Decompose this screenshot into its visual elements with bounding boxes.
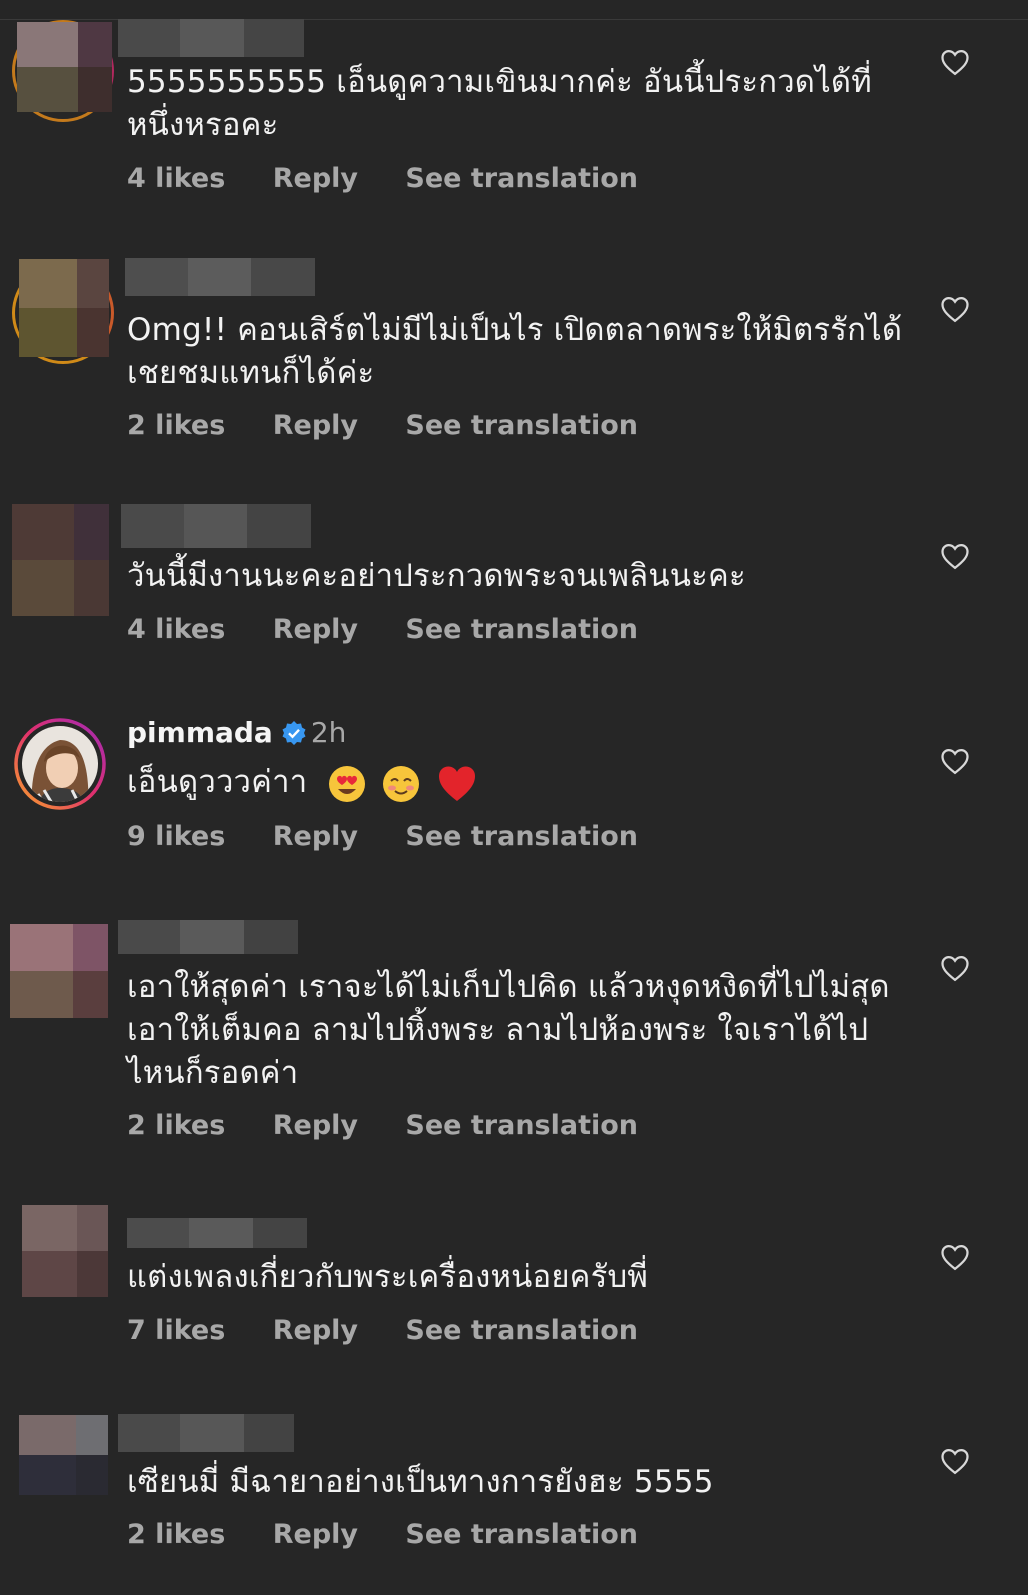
- see-translation-button[interactable]: See translation: [405, 1315, 638, 1346]
- avatar[interactable]: [10, 924, 108, 1018]
- reply-button[interactable]: Reply: [273, 1519, 358, 1550]
- like-heart-icon[interactable]: [940, 295, 970, 323]
- comment-actions: 2 likes Reply See translation: [127, 410, 676, 441]
- smiling-blush-emoji-icon: [383, 765, 420, 802]
- comment-header: pimmada 2h: [127, 716, 346, 749]
- username-blurred[interactable]: [121, 504, 311, 548]
- likes-count[interactable]: 9 likes: [127, 821, 225, 852]
- like-heart-icon[interactable]: [940, 1447, 970, 1475]
- username-blurred[interactable]: [127, 1218, 307, 1248]
- avatar[interactable]: [12, 504, 109, 616]
- comment-text: 5555555555 เอ็นดูความเขินมากค่ะ อันนี้ปร…: [127, 64, 872, 143]
- comment-actions: 2 likes Reply See translation: [127, 1110, 676, 1141]
- comment-text: วันนี้มีงานนะคะอย่าประกวดพระจนเพลินนะคะ: [127, 558, 746, 594]
- like-heart-icon[interactable]: [940, 542, 970, 570]
- heart-eyes-emoji-icon: [329, 765, 366, 802]
- comment-text: เซียนมี่ มีฉายาอย่างเป็นทางการยังฮะ 5555: [127, 1464, 714, 1500]
- likes-count[interactable]: 2 likes: [127, 1110, 225, 1141]
- username-blurred[interactable]: [118, 1414, 294, 1452]
- see-translation-button[interactable]: See translation: [405, 1519, 638, 1550]
- verified-badge-icon: [282, 721, 306, 745]
- username[interactable]: pimmada: [127, 716, 273, 749]
- see-translation-button[interactable]: See translation: [405, 614, 638, 645]
- reply-button[interactable]: Reply: [273, 163, 358, 194]
- comment-text: เอาให้สุดค่า เราจะได้ไม่เก็บไปคิด แล้วหง…: [127, 969, 890, 1091]
- reply-button[interactable]: Reply: [273, 1110, 358, 1141]
- comment-actions: 9 likes Reply See translation: [127, 821, 676, 852]
- avatar[interactable]: [22, 1205, 108, 1297]
- avatar[interactable]: [14, 718, 106, 810]
- avatar[interactable]: [17, 22, 112, 112]
- likes-count[interactable]: 4 likes: [127, 614, 225, 645]
- reply-button[interactable]: Reply: [273, 821, 358, 852]
- username-blurred[interactable]: [118, 19, 304, 57]
- comment-actions: 4 likes Reply See translation: [127, 614, 676, 645]
- see-translation-button[interactable]: See translation: [405, 410, 638, 441]
- red-heart-emoji-icon: [438, 766, 475, 801]
- reply-button[interactable]: Reply: [273, 1315, 358, 1346]
- see-translation-button[interactable]: See translation: [405, 163, 638, 194]
- likes-count[interactable]: 2 likes: [127, 1519, 225, 1550]
- comment-text: แต่งเพลงเกี่ยวกับพระเครื่องหน่อยครับพี่: [127, 1259, 648, 1295]
- likes-count[interactable]: 4 likes: [127, 163, 225, 194]
- avatar[interactable]: [19, 259, 109, 357]
- comment-text: เอ็นดูวววค่าา: [127, 761, 907, 804]
- likes-count[interactable]: 2 likes: [127, 410, 225, 441]
- see-translation-button[interactable]: See translation: [405, 821, 638, 852]
- username-blurred[interactable]: [118, 920, 298, 954]
- username-blurred[interactable]: [125, 258, 315, 296]
- comment-actions: 2 likes Reply See translation: [127, 1519, 676, 1550]
- avatar[interactable]: [19, 1415, 108, 1495]
- reply-button[interactable]: Reply: [273, 410, 358, 441]
- comment-text-body: เอ็นดูวววค่าา: [127, 764, 308, 800]
- like-heart-icon[interactable]: [940, 954, 970, 982]
- reply-button[interactable]: Reply: [273, 614, 358, 645]
- likes-count[interactable]: 7 likes: [127, 1315, 225, 1346]
- like-heart-icon[interactable]: [940, 1243, 970, 1271]
- comment-actions: 7 likes Reply See translation: [127, 1315, 676, 1346]
- comment-text: Omg!! คอนเสิร์ตไม่มีไม่เป็นไร เปิดตลาดพร…: [127, 312, 903, 391]
- see-translation-button[interactable]: See translation: [405, 1110, 638, 1141]
- comment-timestamp: 2h: [310, 716, 347, 749]
- like-heart-icon[interactable]: [940, 48, 970, 76]
- comment-actions: 4 likes Reply See translation: [127, 163, 676, 194]
- like-heart-icon[interactable]: [940, 747, 970, 775]
